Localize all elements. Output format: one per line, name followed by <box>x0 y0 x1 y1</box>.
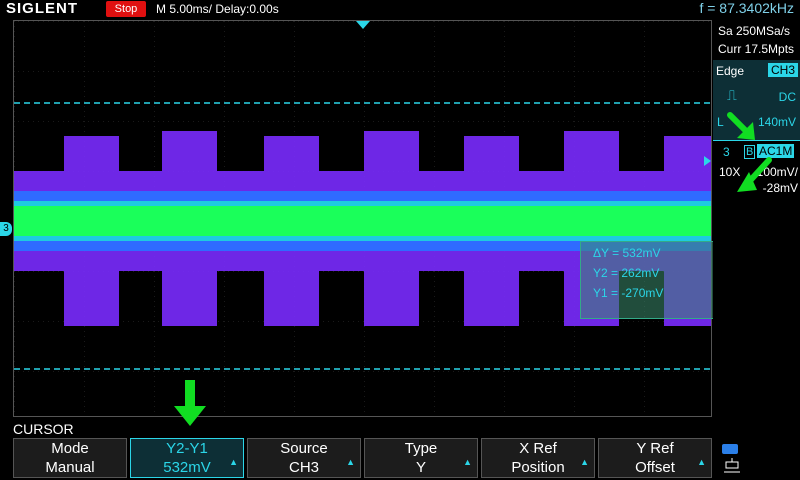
trigger-type: Edge <box>716 64 745 78</box>
knob-arrow-icon: ▲ <box>697 457 706 467</box>
trigger-coupling: DC <box>778 90 796 104</box>
run-stop-indicator[interactable]: Stop <box>106 1 146 17</box>
trigger-level-label: L <box>717 115 724 129</box>
menu-source-label: Source <box>280 440 328 457</box>
cursor-y1: Y1 = -270mV <box>593 286 664 300</box>
annotation-down-arrow <box>174 380 206 426</box>
menu-xref-button[interactable]: X Ref Position ▲ <box>481 438 595 478</box>
trace-core <box>14 206 711 236</box>
knob-arrow-icon: ▲ <box>229 457 238 467</box>
cursor-y2: Y2 = 262mV <box>593 266 660 280</box>
menu-y2-y1-value: 532mV <box>163 459 211 476</box>
sample-rate: Sa 250MSa/s <box>718 24 791 38</box>
menu-yref-value: Offset <box>635 459 675 476</box>
memory-depth: Curr 17.5Mpts <box>718 42 795 56</box>
knob-arrow-icon: ▲ <box>463 457 472 467</box>
menu-mode-button[interactable]: Mode Manual <box>13 438 127 478</box>
softkey-menu: Mode Manual Y2-Y1 532mV ▲ Source CH3 ▲ T… <box>0 436 800 480</box>
menu-y2-y1-button[interactable]: Y2-Y1 532mV ▲ <box>130 438 244 478</box>
menu-type-value: Y <box>415 459 426 476</box>
frequency-counter: f = 87.3402kHz <box>699 0 794 16</box>
menu-type-button[interactable]: Type Y ▲ <box>364 438 478 478</box>
menu-mode-value: Manual <box>45 459 95 476</box>
waveform-display[interactable]: ΔY = 532mV Y2 = 262mV Y1 = -270mV <box>13 20 724 417</box>
channel-ground-marker[interactable]: 3 <box>0 222 12 236</box>
menu-source-button[interactable]: Source CH3 ▲ <box>247 438 361 478</box>
menu-source-value: CH3 <box>288 459 319 476</box>
menu-y2-y1-label: Y2-Y1 <box>166 440 208 457</box>
knob-arrow-icon: ▲ <box>580 457 589 467</box>
annotation-arrows <box>727 112 772 192</box>
trigger-source: CH3 <box>767 63 798 77</box>
acquisition-info: Sa 250MSa/s Curr 17.5Mpts <box>718 22 794 58</box>
brand-logo: SIGLENT <box>6 0 79 17</box>
menu-mode-label: Mode <box>51 440 89 457</box>
menu-type-label: Type <box>404 440 438 457</box>
rising-edge-icon: ⎍ <box>727 87 737 103</box>
network-usb-icon <box>722 444 740 473</box>
menu-xref-value: Position <box>511 459 565 476</box>
right-info-panel: Sa 250MSa/s Curr 17.5Mpts Edge CH3 ⎍ DC … <box>713 20 800 417</box>
menu-title: CURSOR <box>13 421 74 437</box>
menu-yref-button[interactable]: Y Ref Offset ▲ <box>598 438 712 478</box>
knob-arrow-icon: ▲ <box>346 457 355 467</box>
cursor-delta: ΔY = 532mV <box>593 246 661 260</box>
menu-xref-label: X Ref <box>519 440 557 457</box>
top-status-bar: SIGLENT Stop M 5.00ms/ Delay:0.00s f = 8… <box>0 0 800 20</box>
waveform-canvas <box>14 21 711 416</box>
timebase-readout[interactable]: M 5.00ms/ Delay:0.00s <box>156 2 279 16</box>
menu-yref-label: Y Ref <box>636 440 674 457</box>
cursor-readout-box: ΔY = 532mV Y2 = 262mV Y1 = -270mV <box>580 241 724 319</box>
